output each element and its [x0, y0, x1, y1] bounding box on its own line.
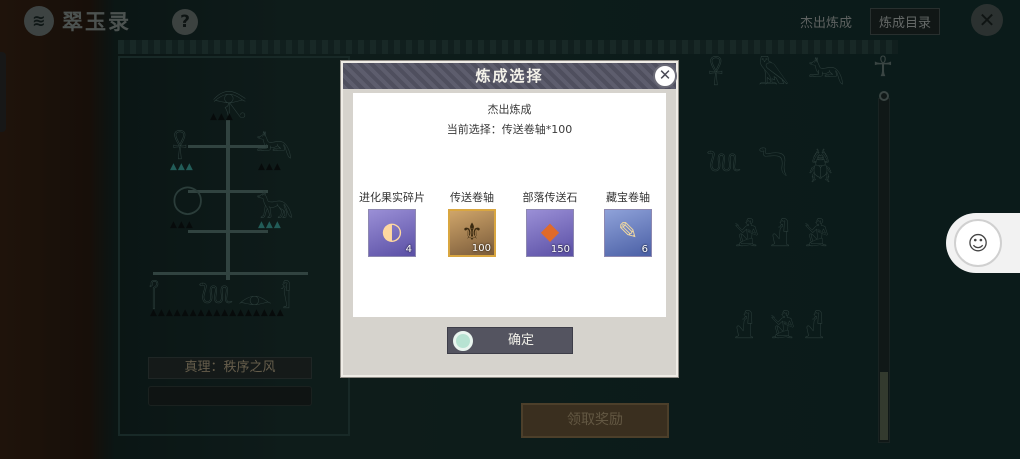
- dialog-title: 炼成选择: [475, 67, 544, 85]
- item-slot[interactable]: ✎ 6: [604, 209, 652, 257]
- item-count: 100: [471, 243, 491, 254]
- item-name: 传送卷轴: [450, 191, 494, 204]
- close-icon[interactable]: ✕: [653, 64, 677, 88]
- fruit-shard-icon: ◐: [381, 217, 403, 245]
- dialog-content-panel: 杰出炼成 当前选择：传送卷轴*100 进化果实碎片 ◐ 4 传送卷轴 ⚜ 100…: [353, 93, 666, 317]
- confirm-button[interactable]: 确定: [447, 327, 573, 354]
- item-option-tribe-teleport-stone[interactable]: 部落传送石 ◆ 150: [513, 189, 587, 257]
- item-option-teleport-scroll[interactable]: 传送卷轴 ⚜ 100: [435, 189, 509, 257]
- item-slot-selected[interactable]: ⚜ 100: [448, 209, 496, 257]
- confirm-label: 确定: [507, 333, 534, 348]
- treasure-scroll-icon: ✎: [617, 217, 639, 245]
- item-name: 部落传送石: [522, 191, 578, 204]
- item-name: 进化果实碎片: [359, 191, 425, 204]
- item-option-treasure-scroll[interactable]: 藏宝卷轴 ✎ 6: [591, 189, 665, 257]
- item-slot[interactable]: ◐ 4: [368, 209, 416, 257]
- item-count: 150: [550, 244, 570, 255]
- item-slot[interactable]: ◆ 150: [526, 209, 574, 257]
- item-count: 6: [641, 244, 648, 255]
- assistant-icon[interactable]: ☺: [954, 219, 1002, 267]
- current-selection-text: 当前选择：传送卷轴*100: [446, 123, 573, 136]
- tribe-teleport-stone-icon: ◆: [540, 217, 560, 245]
- item-option-fruit-shard[interactable]: 进化果实碎片 ◐ 4: [355, 189, 429, 257]
- dialog-subtitle: 杰出炼成: [487, 103, 532, 116]
- item-name: 藏宝卷轴: [606, 191, 650, 204]
- crafting-selection-dialog: 炼成选择 ✕ 杰出炼成 当前选择：传送卷轴*100 进化果实碎片 ◐ 4 传送卷…: [341, 61, 678, 377]
- item-count: 4: [405, 244, 412, 255]
